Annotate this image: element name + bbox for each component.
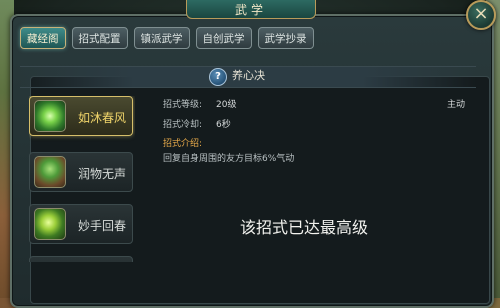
skill-label: 妙手回春 <box>78 219 127 233</box>
max-level-message: 该招式已达最高级 <box>240 218 369 237</box>
tab-move-config[interactable]: 招式配置 <box>71 27 128 49</box>
skill-item[interactable]: 润物无声 <box>29 152 133 192</box>
vine-icon <box>34 208 66 240</box>
skill-list: 如沐春风 润物无声 妙手回春 <box>29 96 135 262</box>
skill-item[interactable]: 如沐春风 <box>29 96 133 136</box>
close-icon: × <box>473 3 489 24</box>
cooldown-value: 6秒 <box>216 120 231 130</box>
window-title: 武学 <box>186 0 316 19</box>
skill-set-name: 养心决 <box>232 69 265 82</box>
skill-item-partial[interactable] <box>29 256 133 262</box>
sprout-icon <box>34 156 66 188</box>
intro-heading: 招式介绍: <box>163 139 203 149</box>
level-label: 招式等级: <box>163 100 203 110</box>
help-icon[interactable]: ? <box>209 68 227 86</box>
close-button[interactable]: × <box>466 0 496 30</box>
skill-label: 润物无声 <box>78 167 127 181</box>
skill-type-value: 主动 <box>447 100 466 110</box>
game-ui: 武学 × 藏经阁 招式配置 镇派武学 自创武学 武学抄录 ? 养心决 如沐春风 … <box>0 0 500 308</box>
level-value: 20级 <box>216 100 237 110</box>
tab-arts-copy[interactable]: 武学抄录 <box>257 27 314 49</box>
tab-library[interactable]: 藏经阁 <box>20 27 66 49</box>
cooldown-label: 招式冷却: <box>163 120 203 130</box>
green-orb-icon <box>34 100 66 132</box>
skill-item[interactable]: 妙手回春 <box>29 204 133 244</box>
tab-bar: 藏经阁 招式配置 镇派武学 自创武学 武学抄录 <box>20 27 314 49</box>
skill-label: 如沐春风 <box>78 111 127 125</box>
tab-custom-arts[interactable]: 自创武学 <box>195 27 252 49</box>
intro-text: 回复自身周围的友方目标6%气动 <box>163 154 295 164</box>
tab-sect-arts[interactable]: 镇派武学 <box>133 27 190 49</box>
